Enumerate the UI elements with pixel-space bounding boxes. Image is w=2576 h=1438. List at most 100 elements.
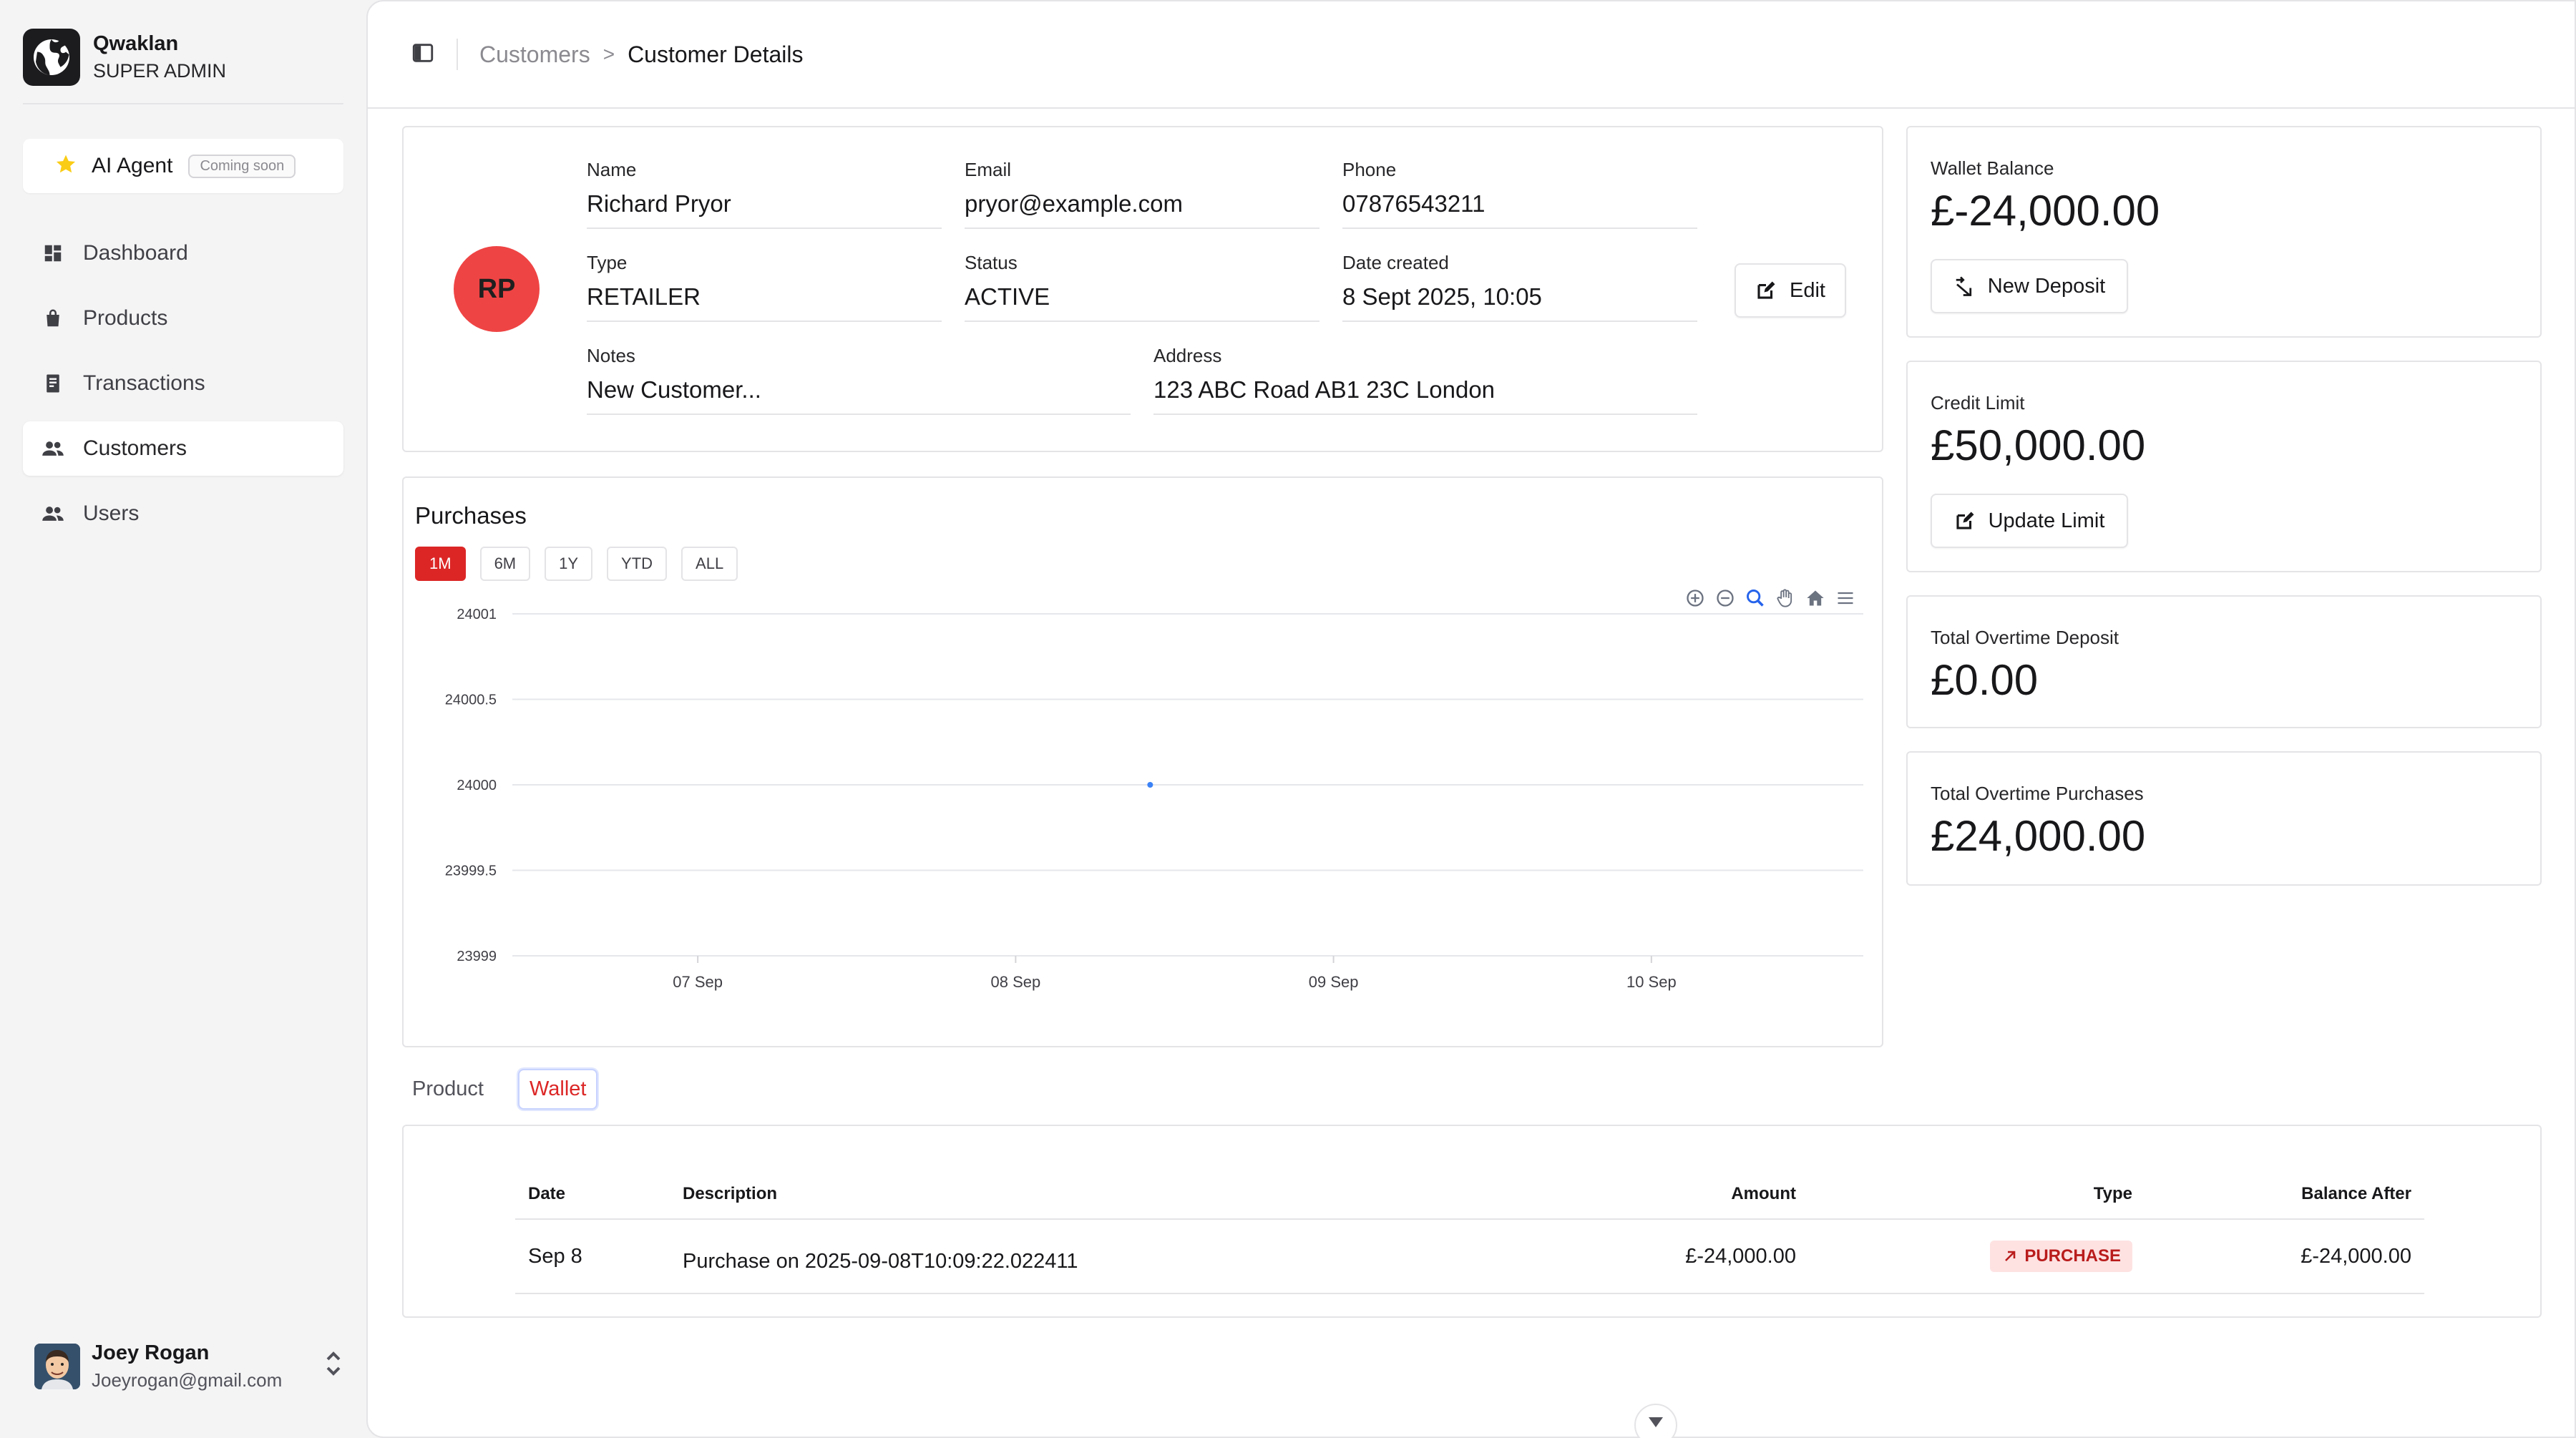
y-tick-label: 23999 bbox=[457, 949, 497, 964]
x-tick-label: 09 Sep bbox=[1309, 973, 1359, 991]
scroll-down-button[interactable] bbox=[1634, 1404, 1677, 1438]
edit-button[interactable]: Edit bbox=[1735, 263, 1846, 318]
column-header-date[interactable]: Date bbox=[515, 1169, 670, 1220]
total-purchases-card: Total Overtime Purchases £24,000.00 bbox=[1906, 751, 2542, 886]
globe-logo-icon bbox=[23, 29, 80, 86]
column-header-type[interactable]: Type bbox=[1809, 1169, 2145, 1220]
breadcrumb-customers[interactable]: Customers bbox=[479, 41, 590, 68]
row-amount: £-24,000.00 bbox=[1473, 1219, 1809, 1294]
tab-wallet[interactable]: Wallet bbox=[517, 1069, 598, 1110]
wallet-balance-label: Wallet Balance bbox=[1931, 157, 2054, 179]
y-tick-label: 24001 bbox=[457, 607, 497, 622]
total-purchases-label: Total Overtime Purchases bbox=[1931, 783, 2144, 804]
star-icon bbox=[54, 153, 77, 180]
y-tick-label: 24000.5 bbox=[445, 693, 497, 708]
purchases-chart-card: Purchases 1M 6M 1Y YTD ALL 24001 24000.5 2… bbox=[402, 476, 1883, 1047]
row-balance-after: £-24,000.00 bbox=[2145, 1219, 2424, 1294]
column-header-description[interactable]: Description bbox=[670, 1169, 1473, 1220]
y-tick-label: 23999.5 bbox=[445, 864, 497, 879]
row-description: Purchase on 2025-09-08T10:09:22.022411 bbox=[670, 1219, 1473, 1294]
total-purchases-value: £24,000.00 bbox=[1931, 812, 2146, 860]
address-value: 123 ABC Road AB1 23C London bbox=[1153, 372, 1697, 415]
app-name: Qwaklan bbox=[93, 32, 179, 55]
status-label: Status bbox=[965, 252, 1018, 273]
chart-title: Purchases bbox=[415, 502, 527, 529]
users-icon bbox=[40, 501, 66, 527]
email-label: Email bbox=[965, 159, 1012, 180]
page-title: Customer Details bbox=[628, 41, 804, 67]
address-field: Address 123 ABC Road AB1 23C London bbox=[1153, 343, 1697, 415]
data-point[interactable] bbox=[1147, 782, 1153, 788]
ai-agent-button[interactable]: AI Agent Coming soon bbox=[23, 139, 343, 193]
update-limit-label: Update Limit bbox=[1988, 509, 2105, 532]
sidebar-item-label: Customers bbox=[83, 436, 187, 460]
credit-limit-value: £50,000.00 bbox=[1931, 421, 2146, 469]
date-created-field: Date created 8 Sept 2025, 10:05 bbox=[1342, 250, 1697, 322]
table-row[interactable]: Sep 8 Purchase on 2025-09-08T10:09:22.02… bbox=[515, 1219, 2424, 1294]
name-label: Name bbox=[587, 159, 637, 180]
range-all-button[interactable]: ALL bbox=[681, 547, 738, 581]
sidebar: Qwaklan SUPER ADMIN AI Agent Coming soon… bbox=[0, 0, 366, 1438]
x-tick-label: 08 Sep bbox=[991, 973, 1041, 991]
sidebar-item-users[interactable]: Users bbox=[23, 486, 343, 541]
name-value: Richard Pryor bbox=[587, 186, 942, 229]
sidebar-item-dashboard[interactable]: Dashboard bbox=[23, 226, 343, 280]
total-deposit-value: £0.00 bbox=[1931, 656, 2039, 704]
email-field: Email pryor@example.com bbox=[965, 157, 1319, 229]
coming-soon-badge: Coming soon bbox=[188, 154, 296, 178]
notes-field: Notes New Customer... bbox=[587, 343, 1131, 415]
transfer-icon bbox=[1956, 276, 1971, 296]
dashboard-icon bbox=[40, 240, 66, 266]
status-value: ACTIVE bbox=[965, 279, 1319, 322]
edit-label: Edit bbox=[1790, 278, 1825, 302]
new-deposit-button[interactable]: New Deposit bbox=[1931, 259, 2128, 313]
topbar: Customers > Customer Details bbox=[368, 1, 2575, 109]
detail-tabs: Product Wallet bbox=[402, 1069, 622, 1110]
update-limit-button[interactable]: Update Limit bbox=[1931, 494, 2128, 548]
edit-icon bbox=[1956, 512, 1974, 529]
purchases-chart: 24001 24000.5 24000 23999.5 23999 07 Sep 08 Se… bbox=[445, 607, 1863, 991]
credit-limit-card: Credit Limit £50,000.00 Update Limit bbox=[1906, 361, 2542, 572]
sidebar-toggle-icon[interactable] bbox=[411, 41, 435, 69]
customer-avatar: RP bbox=[454, 246, 540, 332]
type-badge-label: PURCHASE bbox=[2024, 1246, 2121, 1266]
type-label: Type bbox=[587, 252, 628, 273]
phone-value: 07876543211 bbox=[1342, 186, 1697, 229]
phone-field: Phone 07876543211 bbox=[1342, 157, 1697, 229]
row-date: Sep 8 bbox=[515, 1219, 670, 1294]
user-menu[interactable]: Joey Rogan Joeyrogan@gmail.com bbox=[34, 1339, 343, 1394]
x-tick-label: 07 Sep bbox=[673, 973, 723, 991]
sidebar-item-transactions[interactable]: Transactions bbox=[23, 356, 343, 411]
user-name: Joey Rogan bbox=[92, 1341, 210, 1364]
type-badge: PURCHASE bbox=[1990, 1241, 2132, 1272]
sidebar-item-customers[interactable]: Customers bbox=[23, 421, 343, 476]
chevron-up-down-icon[interactable] bbox=[323, 1349, 343, 1381]
range-1m-button[interactable]: 1M bbox=[415, 547, 466, 581]
topbar-divider bbox=[457, 39, 458, 70]
range-ytd-button[interactable]: YTD bbox=[607, 547, 668, 581]
x-tick-label: 10 Sep bbox=[1626, 973, 1677, 991]
type-field: Type RETAILER bbox=[587, 250, 942, 322]
sidebar-item-products[interactable]: Products bbox=[23, 291, 343, 346]
breadcrumb: Customers > Customer Details bbox=[479, 41, 803, 68]
date-created-label: Date created bbox=[1342, 252, 1449, 273]
y-tick-label: 24000 bbox=[457, 778, 497, 793]
shopping-bag-icon bbox=[40, 305, 66, 331]
table-header-row: Date Description Amount Type Balance Aft… bbox=[515, 1169, 2424, 1220]
range-6m-button[interactable]: 6M bbox=[479, 547, 531, 581]
wallet-table-card: Date Description Amount Type Balance Aft… bbox=[402, 1125, 2542, 1318]
sidebar-divider bbox=[23, 103, 343, 104]
row-type-cell: PURCHASE bbox=[1809, 1219, 2145, 1294]
range-selector: 1M 6M 1Y YTD ALL bbox=[415, 547, 752, 581]
brand[interactable]: Qwaklan SUPER ADMIN bbox=[23, 29, 226, 86]
users-icon bbox=[40, 436, 66, 461]
receipt-icon bbox=[40, 371, 66, 396]
range-1y-button[interactable]: 1Y bbox=[545, 547, 593, 581]
column-header-balance-after[interactable]: Balance After bbox=[2145, 1169, 2424, 1220]
name-field: Name Richard Pryor bbox=[587, 157, 942, 229]
main-content: Customers > Customer Details RP Name Ric… bbox=[366, 0, 2576, 1438]
tab-product[interactable]: Product bbox=[402, 1070, 494, 1108]
total-deposit-card: Total Overtime Deposit £0.00 bbox=[1906, 595, 2542, 728]
notes-label: Notes bbox=[587, 345, 635, 366]
column-header-amount[interactable]: Amount bbox=[1473, 1169, 1809, 1220]
